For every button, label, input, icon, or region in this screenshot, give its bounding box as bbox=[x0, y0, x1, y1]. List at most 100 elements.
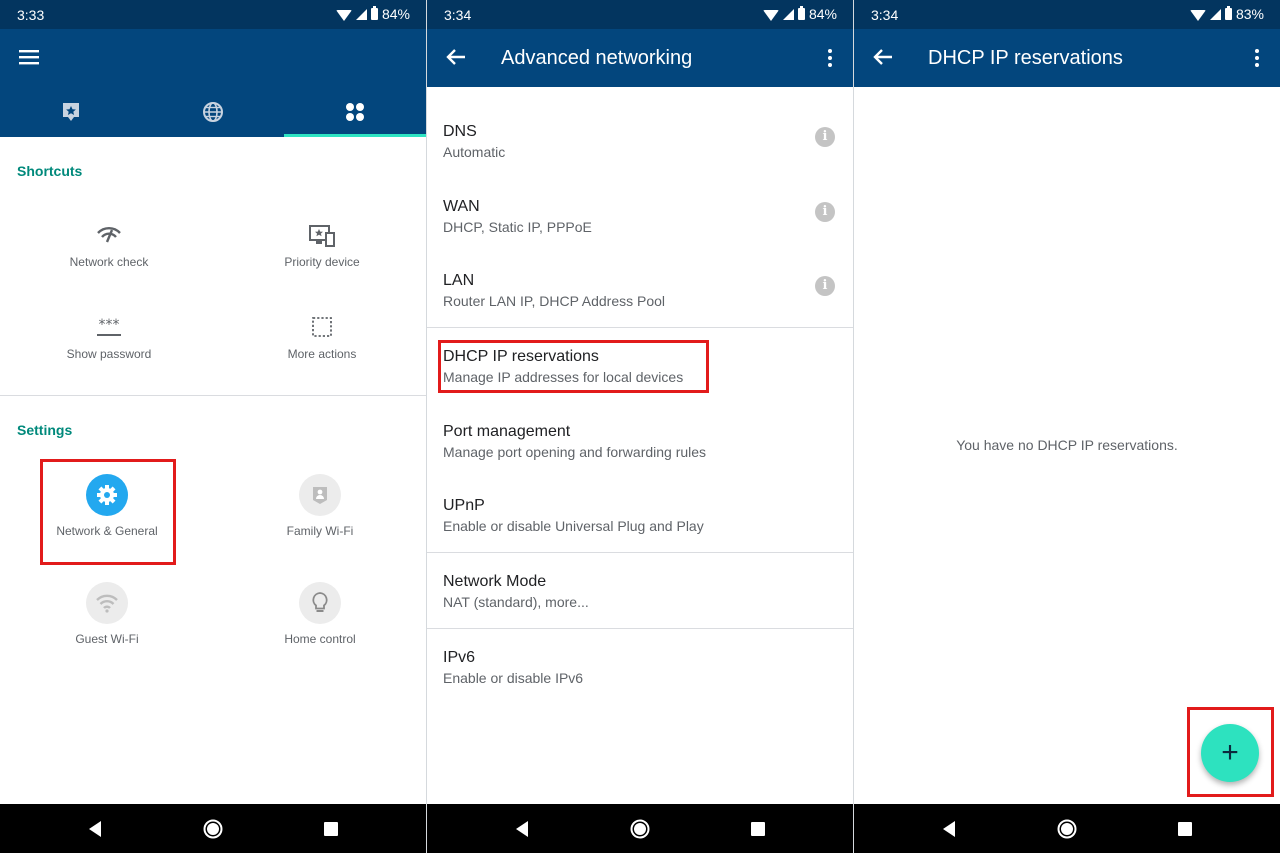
list-item-dns[interactable]: DNS Automatic i bbox=[427, 123, 853, 189]
highlight-box-add-button bbox=[1187, 707, 1274, 797]
wifi-signal-icon bbox=[762, 9, 779, 21]
system-nav-bar bbox=[854, 804, 1280, 853]
battery-icon bbox=[370, 6, 378, 20]
password-icon: *** bbox=[97, 317, 121, 336]
more-actions-icon bbox=[312, 317, 332, 337]
wifi-signal-icon bbox=[335, 9, 352, 21]
empty-state-message: You have no DHCP IP reservations. bbox=[956, 437, 1178, 453]
list-item-wan[interactable]: WAN DHCP, Static IP, PPPoE i bbox=[427, 198, 853, 264]
item-title: IPv6 bbox=[443, 649, 476, 666]
item-title: Network Mode bbox=[443, 573, 547, 590]
item-title: Port management bbox=[443, 423, 571, 440]
hamburger-menu-icon[interactable] bbox=[16, 44, 42, 70]
star-card-icon bbox=[63, 103, 79, 121]
shortcut-priority-device[interactable]: Priority device bbox=[242, 225, 402, 269]
item-subtitle: NAT (standard), more... bbox=[443, 594, 589, 610]
priority-device-icon bbox=[309, 225, 335, 247]
home-screen-panel: 3:33 84% Shortcuts Network check Priorit… bbox=[0, 0, 426, 853]
item-title: DNS bbox=[443, 123, 477, 140]
back-nav-icon[interactable] bbox=[85, 818, 107, 840]
shortcut-network-check[interactable]: Network check bbox=[29, 225, 189, 269]
back-arrow-icon[interactable] bbox=[870, 44, 896, 70]
system-nav-bar bbox=[427, 804, 853, 853]
dhcp-reservations-panel: 3:34 83% DHCP IP reservations You have n… bbox=[854, 0, 1280, 853]
tab-insights[interactable] bbox=[0, 87, 142, 137]
cell-signal-icon bbox=[355, 8, 367, 20]
page-title: Advanced networking bbox=[501, 47, 693, 69]
status-bar: 3:34 84% bbox=[427, 0, 853, 29]
info-icon[interactable]: i bbox=[815, 127, 835, 147]
status-bar: 3:33 84% bbox=[0, 0, 426, 29]
section-divider bbox=[427, 552, 853, 553]
setting-label: Home control bbox=[284, 632, 356, 646]
home-nav-icon[interactable] bbox=[1056, 818, 1078, 840]
family-icon bbox=[299, 474, 341, 516]
shortcut-label: Priority device bbox=[284, 255, 360, 269]
list-item-upnp[interactable]: UPnP Enable or disable Universal Plug an… bbox=[427, 497, 853, 563]
setting-guest-wifi[interactable]: Guest Wi-Fi bbox=[27, 582, 187, 646]
info-icon[interactable]: i bbox=[815, 202, 835, 222]
setting-label: Family Wi-Fi bbox=[286, 524, 354, 538]
status-time: 3:34 bbox=[871, 7, 899, 23]
list-item-ipv6[interactable]: IPv6 Enable or disable IPv6 bbox=[427, 649, 853, 715]
item-subtitle: Automatic bbox=[443, 144, 506, 160]
recents-nav-icon[interactable] bbox=[747, 818, 769, 840]
setting-label: Guest Wi-Fi bbox=[75, 632, 139, 646]
cell-signal-icon bbox=[1209, 8, 1221, 20]
item-title: UPnP bbox=[443, 497, 485, 514]
list-item-lan[interactable]: LAN Router LAN IP, DHCP Address Pool i bbox=[427, 272, 853, 338]
app-bar: Advanced networking bbox=[427, 29, 853, 87]
setting-family-wifi[interactable]: Family Wi-Fi bbox=[240, 474, 400, 538]
shortcuts-heading: Shortcuts bbox=[17, 163, 83, 179]
tab-settings[interactable] bbox=[284, 87, 426, 137]
more-vert-icon[interactable] bbox=[1248, 46, 1266, 70]
item-subtitle: DHCP, Static IP, PPPoE bbox=[443, 219, 592, 235]
wifi-icon bbox=[86, 582, 128, 624]
highlight-box-dhcp-reservations bbox=[438, 340, 709, 393]
home-nav-icon[interactable] bbox=[629, 818, 651, 840]
setting-home-control[interactable]: Home control bbox=[240, 582, 400, 646]
back-nav-icon[interactable] bbox=[939, 818, 961, 840]
tab-network[interactable] bbox=[142, 87, 284, 137]
status-time: 3:34 bbox=[444, 7, 472, 23]
tab-bar bbox=[0, 87, 426, 137]
status-bar: 3:34 83% bbox=[854, 0, 1280, 29]
section-divider bbox=[0, 395, 426, 396]
shortcut-more-actions[interactable]: More actions bbox=[242, 317, 402, 361]
section-divider bbox=[427, 327, 853, 328]
item-subtitle: Enable or disable Universal Plug and Pla… bbox=[443, 518, 704, 534]
shortcut-label: Show password bbox=[66, 347, 152, 361]
app-bar: DHCP IP reservations bbox=[854, 29, 1280, 87]
home-nav-icon[interactable] bbox=[202, 818, 224, 840]
system-nav-bar bbox=[0, 804, 426, 853]
shortcut-show-password[interactable]: *** Show password bbox=[29, 317, 189, 361]
page-title: DHCP IP reservations bbox=[928, 47, 1123, 69]
info-icon[interactable]: i bbox=[815, 276, 835, 296]
more-vert-icon[interactable] bbox=[821, 46, 839, 70]
svg-text:***: *** bbox=[99, 317, 120, 333]
item-title: WAN bbox=[443, 198, 480, 215]
grid-icon bbox=[346, 103, 364, 121]
recents-nav-icon[interactable] bbox=[1174, 818, 1196, 840]
highlight-box-network-general bbox=[40, 459, 176, 565]
item-subtitle: Router LAN IP, DHCP Address Pool bbox=[443, 293, 666, 309]
back-arrow-icon[interactable] bbox=[443, 44, 469, 70]
lightbulb-icon bbox=[299, 582, 341, 624]
back-nav-icon[interactable] bbox=[512, 818, 534, 840]
shortcut-label: Network check bbox=[69, 255, 149, 269]
settings-heading: Settings bbox=[17, 422, 73, 438]
list-item-network-mode[interactable]: Network Mode NAT (standard), more... bbox=[427, 573, 853, 639]
list-item-port-management[interactable]: Port management Manage port opening and … bbox=[427, 423, 853, 489]
battery-level: 84% bbox=[381, 6, 410, 22]
globe-icon bbox=[203, 102, 223, 122]
battery-icon bbox=[797, 6, 805, 20]
advanced-networking-panel: 3:34 84% Advanced networking DNS Automat… bbox=[427, 0, 853, 853]
section-divider bbox=[427, 628, 853, 629]
shortcut-label: More actions bbox=[287, 347, 357, 361]
status-time: 3:33 bbox=[17, 7, 45, 23]
battery-icon bbox=[1224, 6, 1232, 20]
cell-signal-icon bbox=[782, 8, 794, 20]
recents-nav-icon[interactable] bbox=[320, 818, 342, 840]
item-subtitle: Enable or disable IPv6 bbox=[443, 670, 584, 686]
app-bar bbox=[0, 29, 426, 87]
